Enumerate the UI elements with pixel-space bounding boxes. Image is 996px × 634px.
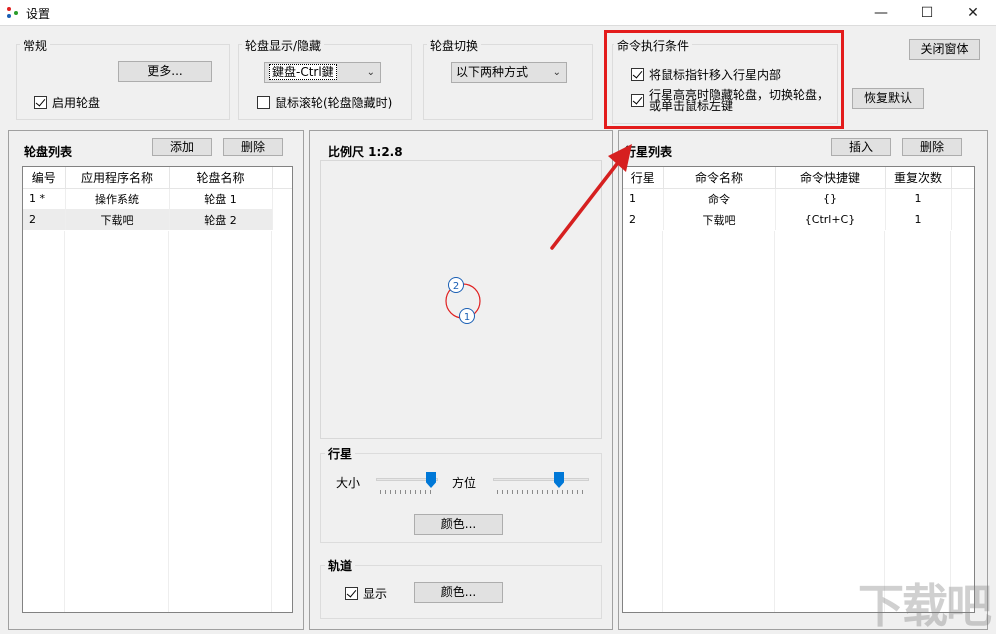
minimize-button[interactable]: — (858, 0, 904, 26)
general-group-title: 常规 (20, 37, 51, 54)
direction-slider-thumb[interactable] (554, 472, 564, 488)
column-header[interactable]: 应用程序名称 (65, 167, 170, 189)
table-header-row: 编号 应用程序名称 轮盘名称 (23, 167, 292, 189)
highlight-annotation-box (604, 30, 844, 129)
maximize-button[interactable]: ☐ (904, 0, 950, 26)
table-row[interactable]: 1 命令 {} 1 (623, 188, 974, 209)
size-slider-ticks (380, 490, 434, 494)
size-slider-thumb[interactable] (426, 472, 436, 488)
insert-planet-button[interactable]: 插入 (831, 138, 891, 156)
table-row[interactable]: 2 下载吧 {Ctrl+C} 1 (623, 209, 974, 230)
planet-node-1-label: 1 (464, 312, 470, 323)
size-slider[interactable] (376, 470, 440, 496)
track-show-check-box[interactable] (345, 587, 358, 600)
show-hide-combo-value: 鍵盘-Ctrl鍵 (269, 64, 337, 80)
table-cell: 1 (885, 188, 952, 209)
direction-slider[interactable] (493, 470, 591, 496)
wheel-list-table[interactable]: 编号 应用程序名称 轮盘名称 1 * 操作系统 轮盘 1 2 下载吧 轮盘 2 (22, 166, 293, 613)
restore-defaults-button[interactable]: 恢复默认 (852, 88, 924, 109)
column-header[interactable]: 命令名称 (663, 167, 776, 189)
column-header[interactable]: 重复次数 (885, 167, 952, 189)
chevron-down-icon: ⌄ (366, 67, 375, 78)
table-header-row: 行星 命令名称 命令快捷键 重复次数 (623, 167, 974, 189)
table-cell: 2 (23, 209, 66, 230)
planet-settings-title: 行星 (325, 445, 356, 462)
table-cell: 命令 (663, 188, 776, 209)
close-form-button[interactable]: 关闭窗体 (909, 39, 980, 60)
delete-planet-button[interactable]: 删除 (902, 138, 962, 156)
app-icon (7, 7, 18, 18)
table-cell: 下载吧 (663, 209, 776, 230)
watermark-logo: 下载吧 (858, 579, 992, 633)
enable-wheel-check-box[interactable] (34, 96, 47, 109)
track-color-button[interactable]: 颜色... (414, 582, 503, 603)
direction-slider-track (493, 478, 589, 481)
track-group-title: 轨道 (325, 557, 356, 574)
table-row[interactable]: 2 下载吧 轮盘 2 (23, 209, 292, 230)
planet-node-2-label: 2 (453, 281, 459, 292)
table-cell: 下载吧 (65, 209, 170, 230)
close-window-button[interactable]: ✕ (950, 0, 996, 26)
table-cell: 1 * (23, 188, 66, 209)
table-filler (623, 231, 974, 612)
table-row[interactable]: 1 * 操作系统 轮盘 1 (23, 188, 292, 209)
more-button[interactable]: 更多... (118, 61, 212, 82)
mouse-wheel-label: 鼠标滚轮(轮盘隐藏时) (275, 96, 393, 110)
annotation-arrow (550, 144, 632, 250)
size-label: 大小 (336, 476, 361, 490)
window-title: 设置 (26, 7, 51, 21)
mouse-wheel-checkbox[interactable]: 鼠标滚轮(轮盘隐藏时) (257, 94, 392, 111)
column-header[interactable]: 命令快捷键 (775, 167, 886, 189)
planet-list-table[interactable]: 行星 命令名称 命令快捷键 重复次数 1 命令 {} 1 2 下载吧 {Ctrl… (622, 166, 975, 613)
direction-slider-ticks (497, 490, 585, 494)
table-cell: {} (775, 188, 886, 209)
mouse-wheel-check-box[interactable] (257, 96, 270, 109)
table-filler (23, 231, 292, 612)
track-show-label: 显示 (363, 587, 388, 601)
table-cell: {Ctrl+C} (775, 209, 886, 230)
track-show-checkbox[interactable]: 显示 (345, 585, 387, 602)
column-header[interactable]: 编号 (23, 167, 66, 189)
enable-wheel-label: 启用轮盘 (52, 96, 101, 110)
wheel-list-title: 轮盘列表 (24, 145, 73, 159)
column-header[interactable]: 轮盘名称 (169, 167, 273, 189)
show-hide-group-title: 轮盘显示/隐藏 (242, 37, 325, 54)
table-cell: 操作系统 (65, 188, 170, 209)
switch-combo[interactable]: 以下两种方式 ⌄ (451, 62, 567, 83)
title-bar: 设置 — ☐ ✕ (0, 0, 996, 26)
switch-combo-value: 以下两种方式 (456, 65, 529, 79)
show-hide-combo[interactable]: 鍵盘-Ctrl鍵 ⌄ (264, 62, 381, 83)
planet-node-2[interactable]: 2 (448, 277, 464, 293)
table-cell: 轮盘 2 (169, 209, 273, 230)
planet-node-1[interactable]: 1 (459, 308, 475, 324)
add-wheel-button[interactable]: 添加 (152, 138, 212, 156)
enable-wheel-checkbox[interactable]: 启用轮盘 (34, 94, 100, 111)
table-cell: 1 (885, 209, 952, 230)
switch-group-title: 轮盘切换 (427, 37, 482, 54)
chevron-down-icon: ⌄ (552, 67, 561, 78)
table-cell: 轮盘 1 (169, 188, 273, 209)
delete-wheel-button[interactable]: 删除 (223, 138, 283, 156)
planet-color-button[interactable]: 颜色... (414, 514, 503, 535)
scale-label: 比例尺 1:2.8 (328, 145, 403, 159)
direction-label: 方位 (452, 476, 477, 490)
